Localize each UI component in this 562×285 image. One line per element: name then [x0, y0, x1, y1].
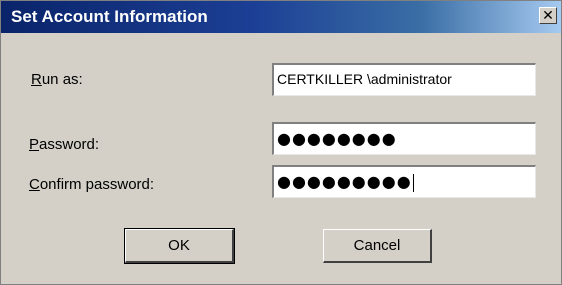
text-caret [412, 173, 414, 192]
window-title: Set Account Information [11, 7, 208, 26]
set-account-information-dialog: Set Account Information ✕ Run as: CERTKI… [0, 0, 562, 285]
title-bar[interactable]: Set Account Information ✕ [1, 1, 561, 33]
run-as-label: Run as: [31, 71, 83, 88]
confirm-password-value: ●●●●●●●●● [277, 172, 412, 191]
cancel-button[interactable]: Cancel [323, 229, 432, 263]
close-button[interactable]: ✕ [539, 7, 557, 24]
password-field[interactable]: ●●●●●●●● [272, 122, 536, 155]
confirm-password-field[interactable]: ●●●●●●●●● [272, 165, 536, 198]
ok-button[interactable]: OK [124, 228, 235, 264]
run-as-field[interactable]: CERTKILLER \administrator [272, 63, 536, 96]
close-icon: ✕ [542, 7, 554, 24]
confirm-password-label: Confirm password: [29, 176, 155, 193]
password-label: Password: [29, 136, 100, 153]
